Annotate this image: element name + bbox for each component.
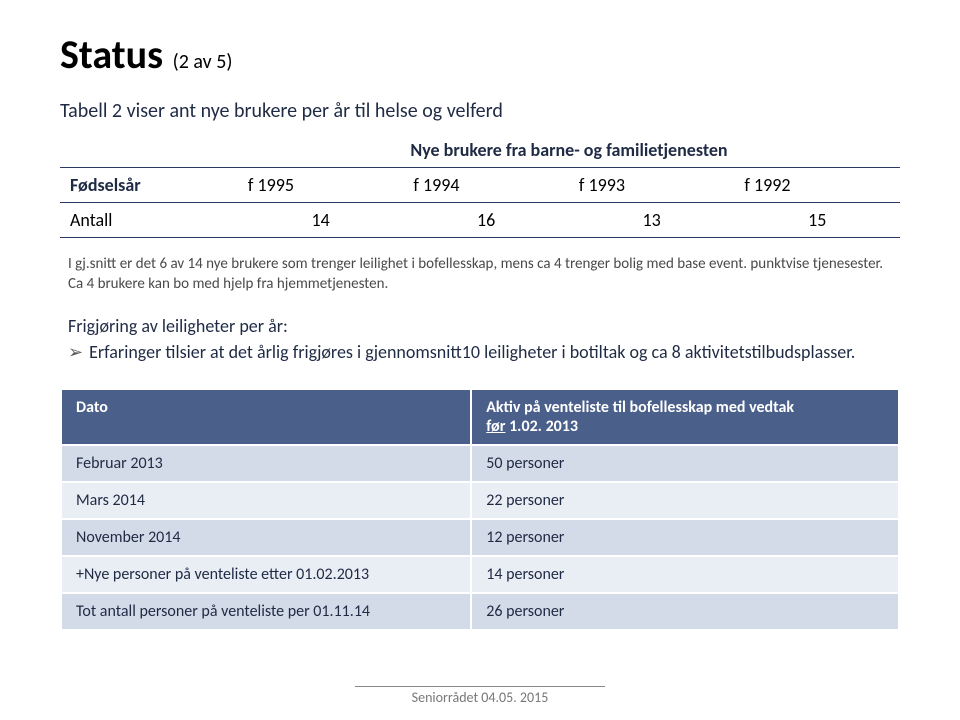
cell-value: 22 personer <box>471 482 899 519</box>
cell-value: 26 personer <box>471 593 899 630</box>
table-row: +Nye personer på venteliste etter 01.02.… <box>61 556 899 593</box>
bullet-item: ➢ Erfaringer tilsier at det årlig frigjø… <box>60 341 900 364</box>
cell-value: 15 <box>734 203 900 238</box>
title-main: Status <box>60 30 163 79</box>
col-header: f 1995 <box>238 168 404 203</box>
cell-value: 14 personer <box>471 556 899 593</box>
table-header-row: Dato Aktiv på venteliste til bofellesska… <box>61 389 899 445</box>
chevron-right-icon: ➢ <box>68 341 83 364</box>
table-row: Februar 2013 50 personer <box>61 445 899 482</box>
col-header-active-line1: Aktiv på venteliste til bofellesskap med… <box>486 398 794 417</box>
cell-value: 50 personer <box>471 445 899 482</box>
cell-value: 14 <box>238 203 404 238</box>
cell-value: 16 <box>403 203 569 238</box>
col-header-date: Dato <box>61 389 471 445</box>
cell-value: 12 personer <box>471 519 899 556</box>
note-text: I gj.snitt er det 6 av 14 nye brukere so… <box>60 254 900 295</box>
cell-date: +Nye personer på venteliste etter 01.02.… <box>61 556 471 593</box>
paragraph-lead: Frigjøring av leiligheter per år: <box>60 315 900 337</box>
cell-date: Februar 2013 <box>61 445 471 482</box>
row-label-birthyear: Fødselsår <box>60 168 238 203</box>
table-row: Fødselsår f 1995 f 1994 f 1993 f 1992 <box>60 168 900 203</box>
row-label-count: Antall <box>60 203 238 238</box>
table-row: November 2014 12 personer <box>61 519 899 556</box>
cell-date: Tot antall personer på venteliste per 01… <box>61 593 471 630</box>
table-row: Tot antall personer på venteliste per 01… <box>61 593 899 630</box>
cell-date: November 2014 <box>61 519 471 556</box>
bullet-text: Erfaringer tilsier at det årlig frigjøre… <box>89 341 855 364</box>
footer-text: Seniorrådet 04.05. 2015 <box>0 686 960 706</box>
title-sub: (2 av 5) <box>173 50 233 74</box>
table-waitlist: Dato Aktiv på venteliste til bofellesska… <box>60 388 900 631</box>
col-header: f 1993 <box>569 168 735 203</box>
col-header-active: Aktiv på venteliste til bofellesskap med… <box>471 389 899 445</box>
cell-value: 13 <box>569 203 735 238</box>
col-header: f 1994 <box>403 168 569 203</box>
col-header-active-underline: før <box>486 417 505 436</box>
table-row: Antall 14 16 13 15 <box>60 203 900 238</box>
table-new-users: Nye brukere fra barne- og familietjenest… <box>60 133 900 238</box>
page-title: Status (2 av 5) <box>60 30 900 79</box>
col-header-active-rest: 1.02. 2013 <box>505 417 578 436</box>
table1-subtitle: Nye brukere fra barne- og familietjenest… <box>238 133 900 168</box>
col-header: f 1992 <box>734 168 900 203</box>
cell-date: Mars 2014 <box>61 482 471 519</box>
table-row: Mars 2014 22 personer <box>61 482 899 519</box>
table1-caption: Tabell 2 viser ant nye brukere per år ti… <box>60 99 900 123</box>
